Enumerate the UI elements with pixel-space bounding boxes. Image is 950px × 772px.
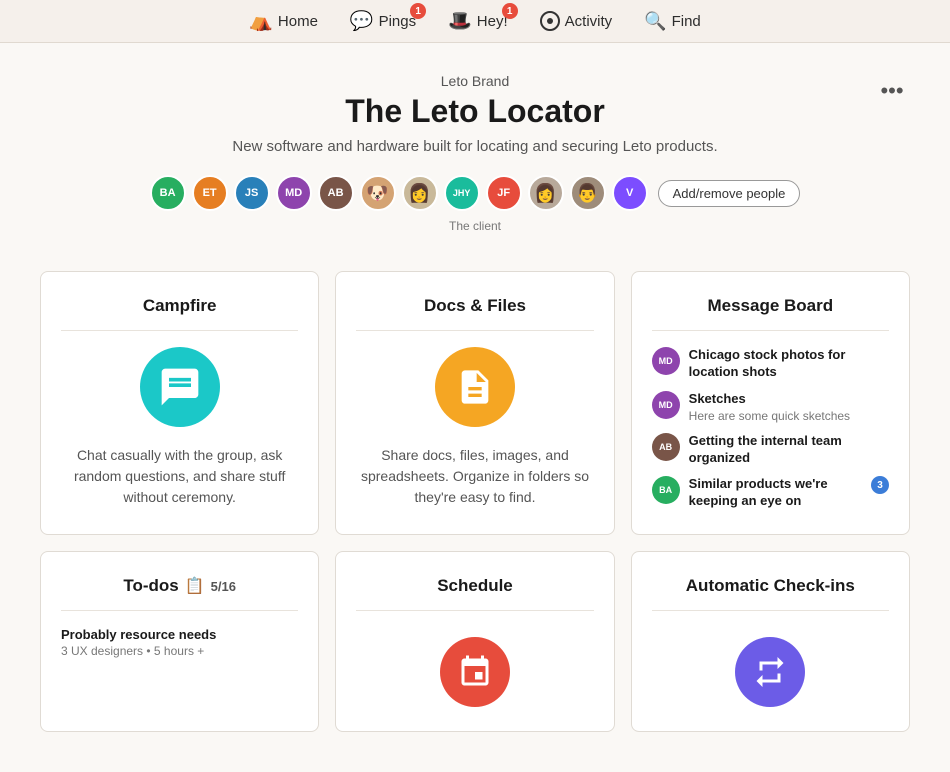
nav-find-label: Find bbox=[672, 13, 701, 30]
nav-home[interactable]: ⛺ Home bbox=[249, 9, 318, 33]
campfire-card[interactable]: Campfire Chat casually with the group, a… bbox=[40, 271, 319, 535]
client-label: The client bbox=[40, 219, 910, 233]
msg-item-4[interactable]: BA Similar products we're keeping an eye… bbox=[652, 476, 889, 510]
msg-content-2: Sketches Here are some quick sketches bbox=[689, 391, 889, 423]
avatar-ab[interactable]: AB bbox=[318, 175, 354, 211]
avatar-woman1[interactable]: 👩 bbox=[402, 175, 438, 211]
avatar-et[interactable]: ET bbox=[192, 175, 228, 211]
avatar-js[interactable]: JS bbox=[234, 175, 270, 211]
msg-title-2: Sketches bbox=[689, 391, 889, 408]
more-options-button[interactable]: ••• bbox=[874, 73, 910, 109]
repeat-icon bbox=[752, 654, 788, 690]
main-content: ••• Leto Brand The Leto Locator New soft… bbox=[0, 43, 950, 772]
home-icon: ⛺ bbox=[249, 9, 273, 33]
hey-icon: 🎩 bbox=[448, 9, 472, 33]
avatar-woman2[interactable]: 👩 bbox=[528, 175, 564, 211]
todos-title: To-dos 📋 5/16 bbox=[61, 576, 298, 611]
msg-avatar-ba: BA bbox=[652, 476, 680, 504]
nav-activity-label: Activity bbox=[565, 13, 613, 30]
calendar-icon bbox=[457, 654, 493, 690]
docs-body: Share docs, files, images, and spreadshe… bbox=[356, 347, 593, 508]
message-board-card[interactable]: Message Board MD Chicago stock photos fo… bbox=[631, 271, 910, 535]
schedule-icon bbox=[440, 637, 510, 707]
avatar-ba[interactable]: BA bbox=[150, 175, 186, 211]
msg-content-1: Chicago stock photos for location shots bbox=[689, 347, 889, 381]
features-grid: Campfire Chat casually with the group, a… bbox=[40, 271, 910, 732]
msg-item-2[interactable]: MD Sketches Here are some quick sketches bbox=[652, 391, 889, 423]
todos-count: 5/16 bbox=[211, 579, 236, 594]
nav-activity[interactable]: Activity bbox=[540, 11, 613, 31]
docs-description: Share docs, files, images, and spreadshe… bbox=[356, 445, 593, 508]
pings-icon: 💬 bbox=[350, 9, 374, 33]
project-header: ••• Leto Brand The Leto Locator New soft… bbox=[40, 43, 910, 271]
campfire-title: Campfire bbox=[61, 296, 298, 331]
schedule-title: Schedule bbox=[356, 576, 593, 611]
docs-title: Docs & Files bbox=[356, 296, 593, 331]
msg-content-4: Similar products we're keeping an eye on bbox=[689, 476, 862, 510]
checkins-body bbox=[652, 627, 889, 707]
todo-item-sub: 3 UX designers • 5 hours + bbox=[61, 644, 298, 658]
main-nav: ⛺ Home 💬 Pings 1 🎩 Hey! 1 Activity 🔍 Fin… bbox=[0, 0, 950, 43]
pings-badge: 1 bbox=[410, 3, 426, 19]
brand-name: Leto Brand bbox=[40, 73, 910, 89]
todos-card[interactable]: To-dos 📋 5/16 Probably resource needs 3 … bbox=[40, 551, 319, 732]
checkins-title: Automatic Check-ins bbox=[652, 576, 889, 611]
msg-sub-2: Here are some quick sketches bbox=[689, 409, 889, 423]
add-remove-people-button[interactable]: Add/remove people bbox=[658, 180, 801, 207]
project-description: New software and hardware built for loca… bbox=[40, 138, 910, 155]
todos-label: To-dos bbox=[123, 576, 178, 596]
hey-badge: 1 bbox=[502, 3, 518, 19]
more-icon: ••• bbox=[880, 78, 903, 104]
msg-item-3[interactable]: AB Getting the internal team organized bbox=[652, 433, 889, 467]
todo-item-1[interactable]: Probably resource needs 3 UX designers •… bbox=[61, 627, 298, 658]
people-avatars: BA ET JS MD AB 🐶 👩 JHY JF 👩 👨 V Add/remo… bbox=[40, 175, 910, 211]
activity-icon bbox=[540, 11, 560, 31]
avatar-md[interactable]: MD bbox=[276, 175, 312, 211]
msg-title-1: Chicago stock photos for location shots bbox=[689, 347, 889, 381]
campfire-body: Chat casually with the group, ask random… bbox=[61, 347, 298, 508]
schedule-card[interactable]: Schedule bbox=[335, 551, 614, 732]
message-board-title: Message Board bbox=[652, 296, 889, 331]
checkins-card[interactable]: Automatic Check-ins bbox=[631, 551, 910, 732]
avatar-man[interactable]: 👨 bbox=[570, 175, 606, 211]
message-list: MD Chicago stock photos for location sho… bbox=[652, 347, 889, 510]
avatar-dog[interactable]: 🐶 bbox=[360, 175, 396, 211]
msg-content-3: Getting the internal team organized bbox=[689, 433, 889, 467]
docs-icon bbox=[435, 347, 515, 427]
msg-item-1[interactable]: MD Chicago stock photos for location sho… bbox=[652, 347, 889, 381]
avatar-jf[interactable]: JF bbox=[486, 175, 522, 211]
msg-avatar-md-2: MD bbox=[652, 391, 680, 419]
nav-home-label: Home bbox=[278, 13, 318, 30]
nav-hey[interactable]: 🎩 Hey! 1 bbox=[448, 9, 508, 33]
msg-badge-4: 3 bbox=[871, 476, 889, 494]
todos-emoji: 📋 bbox=[185, 576, 205, 596]
find-icon: 🔍 bbox=[644, 11, 666, 32]
project-title: The Leto Locator bbox=[40, 93, 910, 130]
msg-title-3: Getting the internal team organized bbox=[689, 433, 889, 467]
msg-title-4: Similar products we're keeping an eye on bbox=[689, 476, 862, 510]
file-icon bbox=[455, 367, 495, 407]
campfire-description: Chat casually with the group, ask random… bbox=[61, 445, 298, 508]
docs-card[interactable]: Docs & Files Share docs, files, images, … bbox=[335, 271, 614, 535]
nav-pings[interactable]: 💬 Pings 1 bbox=[350, 9, 416, 33]
avatar-v[interactable]: V bbox=[612, 175, 648, 211]
msg-avatar-ab: AB bbox=[652, 433, 680, 461]
todos-header: To-dos 📋 5/16 bbox=[61, 576, 298, 596]
chat-icon bbox=[158, 365, 202, 409]
checkin-icon bbox=[735, 637, 805, 707]
todo-item-title: Probably resource needs bbox=[61, 627, 298, 642]
campfire-icon bbox=[140, 347, 220, 427]
nav-find[interactable]: 🔍 Find bbox=[644, 11, 701, 32]
schedule-body bbox=[356, 627, 593, 707]
msg-avatar-md-1: MD bbox=[652, 347, 680, 375]
avatar-jhy[interactable]: JHY bbox=[444, 175, 480, 211]
